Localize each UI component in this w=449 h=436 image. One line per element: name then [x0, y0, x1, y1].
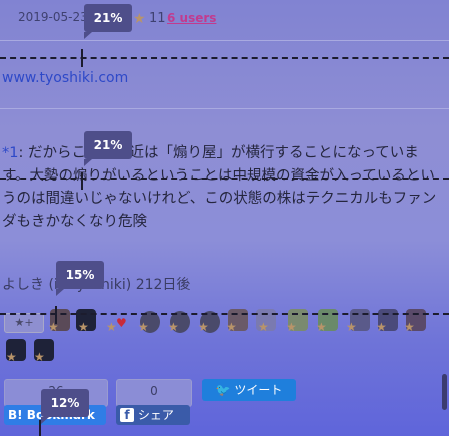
star-icon: ★: [346, 320, 357, 334]
comment-text: : だからこそ、最近は「煽り屋」が横行することになっています。大勢の煽りがいると…: [2, 145, 437, 230]
star-icon: ★: [6, 350, 17, 364]
star-icon: ★: [48, 320, 59, 334]
site-link[interactable]: www.tyoshiki.com: [2, 70, 128, 86]
star-icon: ★: [286, 320, 297, 334]
guide-line: [0, 313, 449, 315]
comment-body: *1: だからこそ、最近は「煽り屋」が横行することになっています。大勢の煽りがい…: [2, 142, 440, 234]
heart-icon: ♥: [116, 316, 127, 330]
entry-date: 2019-05-23: [18, 10, 88, 24]
twitter-icon: 🐦: [215, 383, 231, 397]
star-icon: ★: [258, 320, 269, 334]
star-count: 11: [149, 11, 166, 26]
star-icon: ★: [138, 320, 149, 334]
add-star-button[interactable]: ★+: [4, 313, 44, 333]
star-icon: ★: [376, 320, 387, 334]
guide-tick: [81, 49, 83, 67]
divider: [0, 40, 449, 41]
star-icon: ★: [198, 320, 209, 334]
tweet-button[interactable]: 🐦 ツイート: [202, 379, 296, 401]
guide-line: [0, 57, 449, 59]
star-icon: ★: [168, 320, 179, 334]
overlay-badge: 21%: [84, 4, 132, 39]
overlay-badge: 12%: [41, 389, 89, 424]
star-icon: ★: [404, 320, 415, 334]
star-icon: ★: [226, 320, 237, 334]
star-icon: ★: [133, 11, 146, 27]
scrollbar-thumb[interactable]: [442, 374, 447, 410]
star-icon: ★: [106, 320, 117, 334]
comment-number-link[interactable]: *1: [2, 145, 18, 161]
star-icon: ★: [316, 320, 327, 334]
guide-tick: [55, 306, 57, 324]
overlay-badge: 21%: [84, 131, 132, 166]
users-link[interactable]: 6 users: [167, 11, 216, 25]
divider: [0, 108, 449, 109]
facebook-count: 0: [116, 379, 192, 407]
facebook-share-button[interactable]: f シェア: [116, 405, 190, 425]
guide-line: [0, 178, 449, 180]
star-icon: ★: [34, 350, 45, 364]
guide-tick: [81, 172, 83, 190]
overlay-badge: 15%: [56, 261, 104, 296]
facebook-share-label: シェア: [137, 408, 174, 422]
star-icon: ★: [78, 320, 89, 334]
facebook-icon: f: [120, 408, 134, 422]
tweet-label: ツイート: [234, 383, 283, 397]
